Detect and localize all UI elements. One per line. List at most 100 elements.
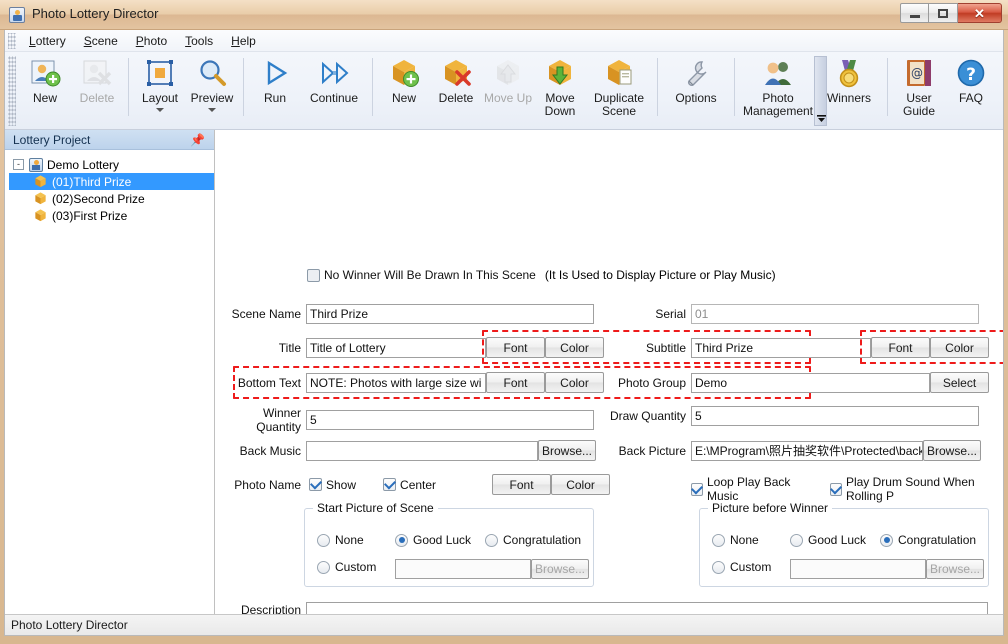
start-picture-browse-button: Browse...	[531, 559, 589, 579]
subtitle-input[interactable]	[691, 337, 871, 358]
radio-button[interactable]	[485, 533, 498, 547]
photo-group-input[interactable]	[691, 372, 930, 393]
tree-node-root[interactable]: - Demo Lottery	[9, 156, 214, 173]
menu-item-lottery[interactable]: Lottery	[20, 31, 75, 51]
layout-icon	[147, 60, 173, 86]
checkbox-box[interactable]	[383, 478, 397, 491]
title-font-button[interactable]: Font	[486, 337, 545, 358]
photo-name-center-checkbox[interactable]: Center	[383, 478, 436, 492]
back-picture-browse-button[interactable]: Browse...	[923, 440, 981, 461]
toolbar-button-continue[interactable]: Continue	[301, 52, 367, 129]
photo-name-font-button[interactable]: Font	[492, 474, 552, 495]
subtitle-color-button[interactable]: Color	[930, 337, 989, 358]
toolbar-button-label: FAQ	[958, 91, 983, 105]
photo-name-color-button[interactable]: Color	[551, 474, 611, 495]
maximize-button[interactable]	[929, 3, 958, 23]
toolbar-button-options[interactable]: Options	[663, 52, 729, 129]
toolbar-button-preview[interactable]: Preview	[186, 52, 238, 129]
sidebar-item-01third-prize[interactable]: (01)Third Prize	[9, 173, 214, 190]
before-winner-custom-input[interactable]	[790, 559, 926, 579]
start-picture-option-good-luck[interactable]: Good Luck	[395, 533, 471, 547]
toolbar-scrollbar[interactable]	[814, 56, 827, 126]
radio-button[interactable]	[317, 560, 330, 574]
menu-item-help[interactable]: Help	[222, 31, 265, 51]
chevron-down-icon[interactable]	[156, 108, 164, 112]
toolbar-buttons: New Delete Layout Preview Run Continue New Dele…	[19, 52, 997, 129]
scene-name-input[interactable]	[306, 304, 594, 324]
menu-item-tools[interactable]: Tools	[176, 31, 222, 51]
before-winner-option-congratulation[interactable]: Congratulation	[880, 533, 976, 547]
winner-quantity-row: Winner Quantity	[215, 406, 594, 434]
toolbar-button-new[interactable]: New	[378, 52, 430, 129]
radio-button[interactable]	[712, 533, 725, 547]
sidebar-item-03first-prize[interactable]: (03)First Prize	[9, 207, 214, 224]
toolbar-button-faq[interactable]: ? FAQ	[945, 52, 997, 129]
menu-item-photo[interactable]: Photo	[127, 31, 176, 51]
expander-icon[interactable]: -	[13, 159, 24, 170]
toolbar-button-label: Continue	[309, 91, 359, 105]
close-button[interactable]: ✕	[958, 3, 1002, 23]
checkbox-box[interactable]	[307, 268, 320, 282]
toolbar-button-label: User Guide	[902, 91, 936, 118]
toolbar-button-move-down[interactable]: Move Down	[534, 52, 586, 129]
winner-quantity-input[interactable]	[306, 410, 594, 430]
menu-item-scene[interactable]: Scene	[75, 31, 127, 51]
play-drum-checkbox[interactable]: Play Drum Sound When Rolling P	[829, 475, 1003, 503]
play-drum-label: Play Drum Sound When Rolling P	[845, 475, 975, 503]
sidebar-item-02second-prize[interactable]: (02)Second Prize	[9, 190, 214, 207]
minimize-button[interactable]	[900, 3, 929, 23]
draw-quantity-input[interactable]	[691, 406, 979, 426]
checkbox-box[interactable]	[829, 482, 842, 496]
pin-icon[interactable]: 📌	[190, 133, 205, 147]
toolbar-button-user-guide[interactable]: @ User Guide	[893, 52, 945, 129]
title-row: Title Font Color	[215, 337, 604, 358]
toolbar-button-photo-management[interactable]: Photo Management	[740, 52, 816, 129]
toolbar-button-delete[interactable]: Delete	[430, 52, 482, 129]
bottom-text-input[interactable]	[306, 372, 486, 393]
toolbar-button-duplicate-scene[interactable]: Duplicate Scene	[586, 52, 652, 129]
start-picture-custom-input[interactable]	[395, 559, 531, 579]
chevron-down-icon[interactable]	[817, 114, 826, 123]
chevron-down-icon[interactable]	[208, 108, 216, 112]
toolbar-button-label: Run	[263, 91, 286, 105]
scene-settings-form: No Winner Will Be Drawn In This Scene (I…	[215, 130, 1003, 615]
start-picture-group: Start Picture of Scene None Good Luck Co…	[304, 501, 594, 587]
start-picture-option-custom[interactable]: Custom	[317, 560, 376, 574]
bottom-text-color-button[interactable]: Color	[545, 372, 604, 393]
before-winner-option-custom[interactable]: Custom	[712, 560, 771, 574]
option-label: Custom	[335, 560, 377, 574]
radio-button[interactable]	[317, 533, 330, 547]
back-music-browse-button[interactable]: Browse...	[538, 440, 596, 461]
toolbar-button-label: Delete	[438, 91, 474, 105]
radio-button[interactable]	[880, 533, 893, 547]
checkbox-box[interactable]	[691, 482, 703, 496]
back-picture-input[interactable]: E:\MProgram\照片抽奖软件\Protected\back.jp	[691, 440, 923, 461]
radio-button[interactable]	[395, 533, 408, 547]
new-scene-icon	[388, 57, 420, 89]
bottom-text-font-button[interactable]: Font	[486, 372, 545, 393]
toolbar-button-new[interactable]: New	[19, 52, 71, 129]
move-up-icon	[497, 60, 519, 85]
start-picture-option-none[interactable]: None	[317, 533, 364, 547]
before-winner-option-none[interactable]: None	[712, 533, 759, 547]
radio-button[interactable]	[712, 560, 725, 574]
start-picture-option-congratulation[interactable]: Congratulation	[485, 533, 581, 547]
toolbar-button-run[interactable]: Run	[249, 52, 301, 129]
photo-name-show-checkbox[interactable]: Show	[309, 478, 356, 492]
toolbar-button-label: Move Down	[544, 91, 576, 118]
photo-group-select-button[interactable]: Select	[930, 372, 989, 393]
subtitle-font-button[interactable]: Font	[871, 337, 930, 358]
checkbox-box[interactable]	[309, 478, 322, 491]
duplicate-scene-icon	[608, 60, 632, 85]
title-color-button[interactable]: Color	[545, 337, 604, 358]
scene-cube-icon	[33, 174, 48, 189]
panel-header: Lottery Project 📌	[5, 130, 214, 150]
toolbar-button-layout[interactable]: Layout	[134, 52, 186, 129]
option-label: Good Luck	[413, 533, 472, 547]
radio-button[interactable]	[790, 533, 803, 547]
loop-play-checkbox[interactable]: Loop Play Back Music	[691, 475, 811, 503]
title-input[interactable]	[306, 337, 486, 358]
no-winner-checkbox[interactable]: No Winner Will Be Drawn In This Scene	[307, 268, 536, 282]
before-winner-option-good-luck[interactable]: Good Luck	[790, 533, 866, 547]
back-music-input[interactable]	[306, 440, 538, 461]
